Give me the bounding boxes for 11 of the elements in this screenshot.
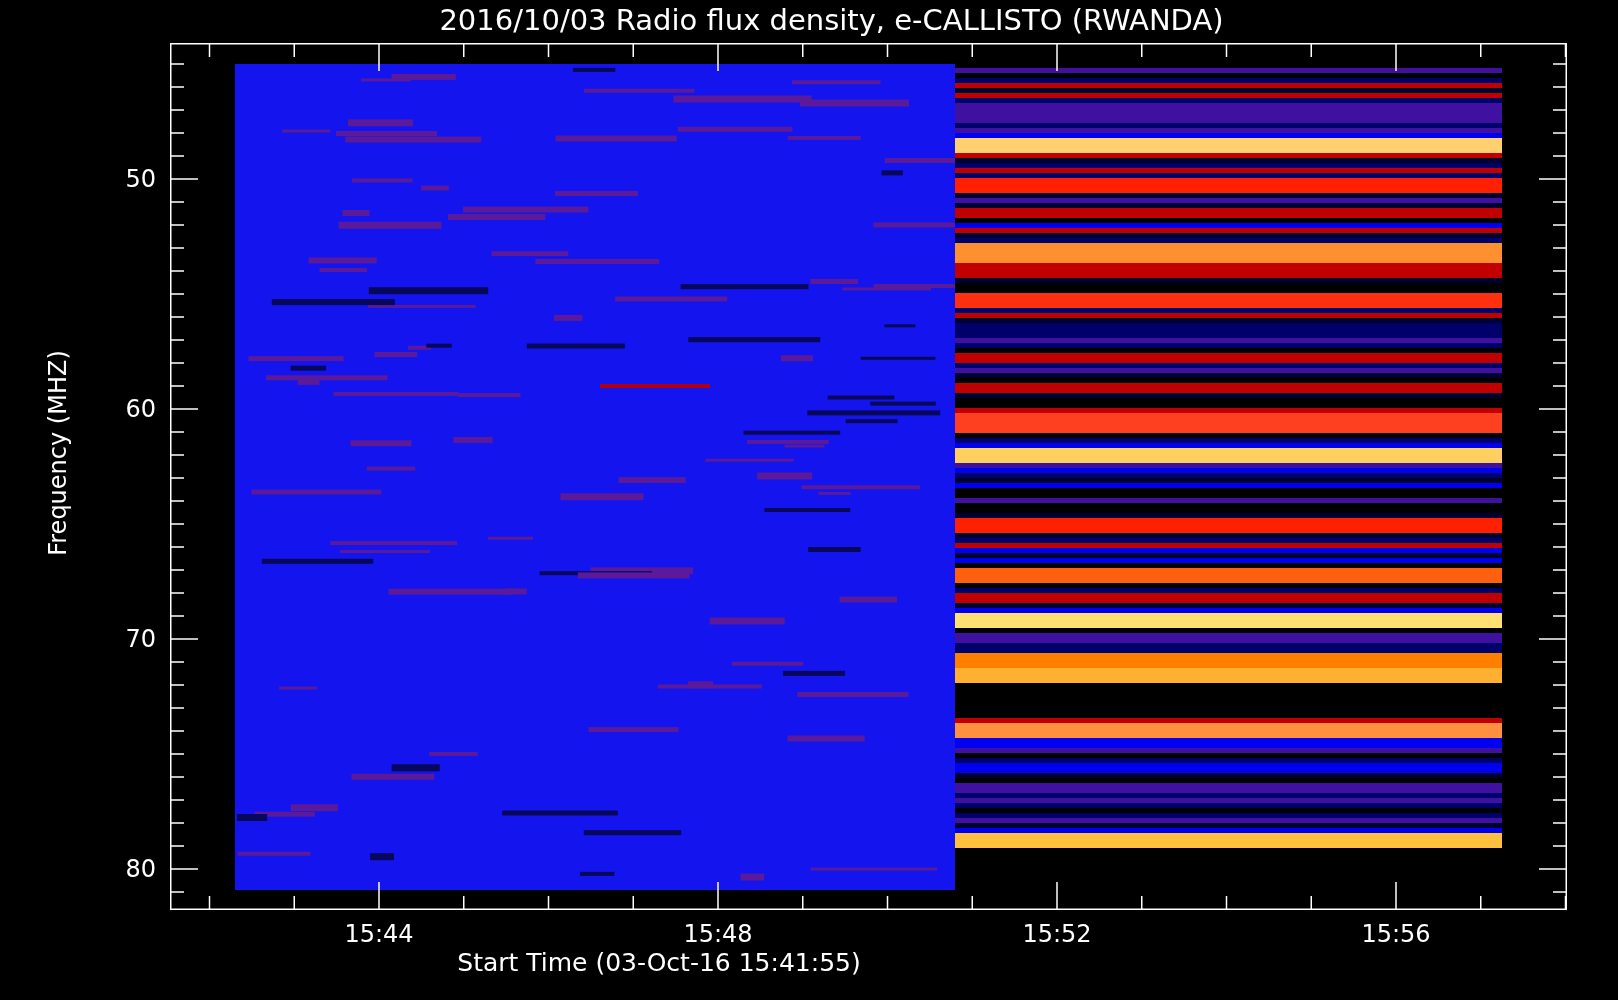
axis-title: Frequency (MHZ) [44,350,72,556]
axis-tick-label: 70 [125,625,156,653]
axis-tick-label: 15:52 [1022,920,1092,948]
axis-tick-label: 80 [125,855,156,883]
axis-tick-label: 15:56 [1361,920,1431,948]
axis-tick-label: 15:48 [683,920,753,948]
axis-tick-label: 15:44 [344,920,414,948]
axis-tick-label: 60 [125,395,156,423]
chart-title: 2016/10/03 Radio flux density, e-CALLISTO (RWANDA) [439,2,1224,39]
axis-title: Start Time (03-Oct-16 15:41:55) [457,948,861,978]
axis-tick-label: 50 [125,165,156,193]
